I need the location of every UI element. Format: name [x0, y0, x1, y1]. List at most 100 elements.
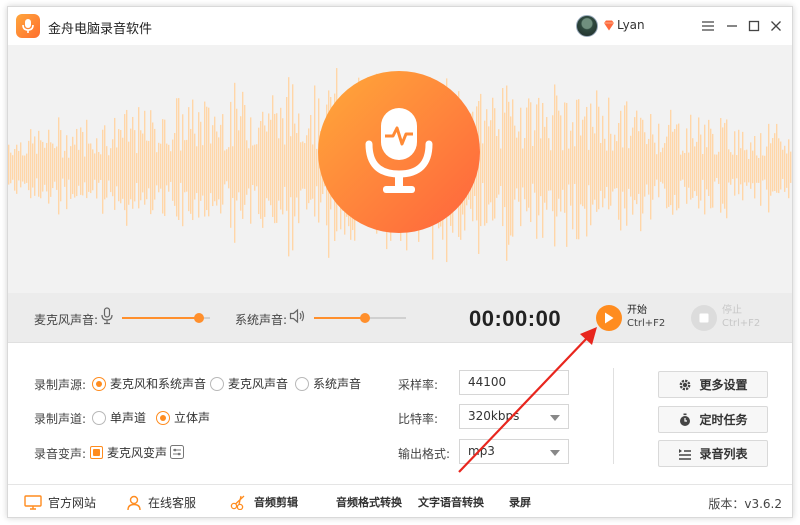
waveform-bar	[100, 154, 102, 180]
waveform-bar	[538, 97, 540, 216]
channel-option-0[interactable]: 单声道	[92, 409, 146, 426]
waveform-bar	[572, 122, 574, 230]
waveform-bar	[226, 149, 228, 182]
waveform-bar	[650, 114, 652, 220]
waveform-bar	[782, 149, 784, 179]
voice-change-checkbox[interactable]: 麦克风变声	[90, 444, 167, 461]
waveform-bar	[672, 131, 674, 215]
waveform-bar	[32, 143, 34, 188]
waveform-bar	[88, 143, 90, 192]
voice-change-label: 录音变声:	[34, 447, 87, 461]
waveform-bar	[8, 144, 10, 185]
waveform-bar	[740, 148, 742, 185]
waveform-bar	[646, 144, 648, 185]
waveform-bar	[580, 135, 582, 205]
waveform-bar	[26, 153, 28, 183]
online-support-link[interactable]: 在线客服	[126, 494, 196, 511]
official-website-link[interactable]: 官方网站	[24, 494, 96, 511]
waveform-bar	[686, 128, 688, 204]
waveform-bar	[302, 141, 304, 189]
record-mic-icon[interactable]	[318, 71, 480, 233]
start-record-button[interactable]	[596, 305, 622, 331]
waveform-bar	[730, 152, 732, 185]
waveform-bar	[658, 123, 660, 198]
waveform-bar	[746, 149, 748, 186]
waveform-bar	[762, 155, 764, 181]
waveform-bar	[146, 140, 148, 200]
minimize-icon[interactable]	[722, 16, 742, 36]
screen-record-link[interactable]: 录屏	[509, 494, 531, 510]
stop-shortcut: Ctrl+F2	[722, 318, 761, 329]
channel-option-1[interactable]: 立体声	[156, 409, 210, 426]
menu-icon[interactable]	[698, 16, 718, 36]
radio-selected-icon	[156, 410, 170, 425]
mic-volume-knob[interactable]	[194, 313, 205, 323]
waveform-bar	[78, 149, 80, 186]
text-to-speech-link[interactable]: 文字语音转换	[418, 494, 484, 510]
waveform-bar	[626, 101, 628, 226]
waveform-bar	[520, 107, 522, 227]
waveform-bar	[574, 146, 576, 184]
app-window: 金舟电脑录音软件 Lyan 麦克风声音: 系统声音: 00:00:00 开始 C…	[7, 6, 793, 518]
waveform-bar	[182, 114, 184, 227]
waveform-bar	[578, 99, 580, 240]
waveform-bar	[170, 151, 172, 182]
waveform-bar	[276, 113, 278, 223]
waveform-bar	[210, 143, 212, 194]
bitrate-select[interactable]: 320kbps	[459, 404, 569, 429]
waveform-bar	[274, 113, 276, 224]
audio-edit-link[interactable]: 音频剪辑	[230, 494, 298, 510]
waveform-bar	[190, 128, 192, 214]
system-volume-knob[interactable]	[359, 313, 370, 323]
waveform-bar	[534, 130, 536, 193]
waveform-bar	[112, 139, 114, 197]
waveform-bar	[756, 155, 758, 183]
username[interactable]: Lyan	[617, 18, 645, 32]
system-volume-slider[interactable]	[314, 313, 406, 323]
waveform-bar	[742, 131, 744, 201]
scheduled-task-button[interactable]: 定时任务	[658, 406, 768, 433]
format-select[interactable]: mp3	[459, 439, 569, 464]
start-shortcut: Ctrl+F2	[627, 318, 666, 329]
waveform-bar	[704, 124, 706, 215]
waveform-bar	[242, 91, 244, 219]
source-option-0[interactable]: 麦克风和系统声音	[92, 375, 206, 392]
waveform-bar	[212, 125, 214, 207]
sliders-settings-icon[interactable]	[170, 445, 184, 459]
waveform-bar	[656, 154, 658, 180]
waveform-bar	[610, 133, 612, 206]
waveform-bar	[258, 127, 260, 215]
waveform-bar	[96, 138, 98, 199]
waveform-bar	[148, 140, 150, 189]
waveform-bar	[160, 143, 162, 189]
waveform-bar	[758, 157, 760, 183]
start-label[interactable]: 开始	[627, 304, 647, 317]
waveform-bar	[80, 127, 82, 195]
waveform-bar	[682, 150, 684, 180]
waveform-bar	[288, 77, 290, 257]
waveform-bar	[218, 137, 220, 200]
sample-rate-field[interactable]: 44100	[459, 370, 569, 395]
stopwatch-icon	[680, 413, 691, 426]
waveform-bar	[530, 102, 532, 223]
user-avatar[interactable]	[576, 15, 598, 37]
waveform-bar	[282, 118, 284, 215]
stop-label[interactable]: 停止	[722, 304, 742, 317]
waveform-bar	[674, 128, 676, 195]
close-icon[interactable]	[766, 16, 786, 36]
mic-volume-slider[interactable]	[122, 313, 210, 323]
recording-list-button[interactable]: 录音列表	[658, 440, 768, 467]
waveform-bar	[624, 105, 626, 209]
stop-record-button[interactable]	[691, 305, 717, 331]
source-option-2[interactable]: 系统声音	[295, 375, 361, 392]
waveform-bar	[594, 133, 596, 200]
waveform-bar	[178, 98, 180, 220]
source-option-1[interactable]: 麦克风声音	[210, 375, 288, 392]
more-settings-button[interactable]: 更多设置	[658, 371, 768, 398]
format-convert-link[interactable]: 音频格式转换	[336, 494, 402, 510]
waveform-bar	[68, 157, 70, 180]
waveform-bar	[774, 133, 776, 191]
waveform-bar	[310, 114, 312, 200]
maximize-icon[interactable]	[744, 16, 764, 36]
waveform-bar	[200, 121, 202, 201]
